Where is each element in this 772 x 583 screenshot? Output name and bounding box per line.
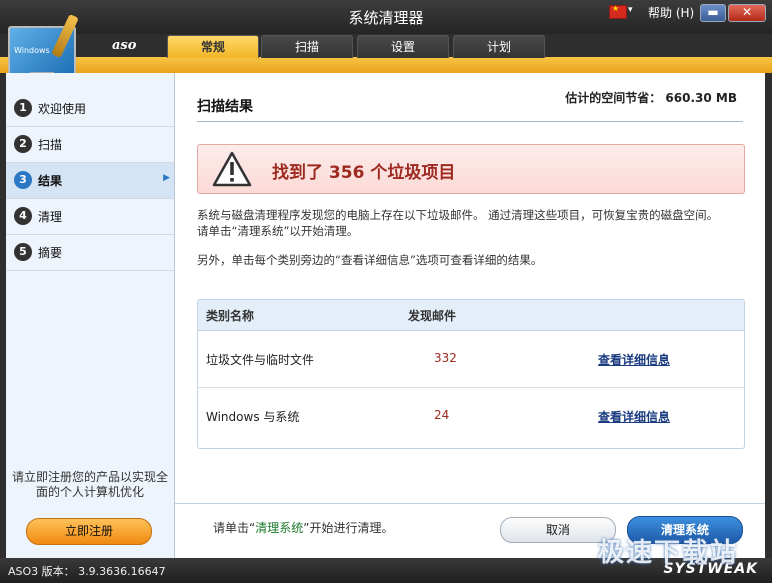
sidebar-item-welcome[interactable]: 1 欢迎使用 (6, 91, 174, 127)
footer-suffix: ”开始进行清理。 (303, 521, 394, 535)
column-header-found: 发现邮件 (408, 309, 457, 323)
sidebar-item-clean[interactable]: 4 清理 (6, 199, 174, 235)
tab-settings[interactable]: 设置 (357, 35, 449, 58)
register-promo-text: 请立即注册您的产品以实现全面的个人计算机优化 (12, 470, 169, 499)
step-number: 3 (14, 171, 32, 189)
found-count: 24 (434, 408, 450, 422)
step-label: 欢迎使用 (38, 102, 87, 116)
space-savings: 估计的空间节省： 660.30 MB (565, 91, 737, 105)
junk-found-text: 找到了 356 个垃圾项目 (272, 163, 456, 183)
footer-highlight: 清理系统 (255, 521, 304, 535)
footer-instruction: 请单击“清理系统”开始进行清理。 (213, 519, 393, 536)
category-name: Windows 与系统 (206, 410, 300, 424)
description-line: 系统与磁盘清理程序发现您的电脑上存在以下垃圾邮件。 通过清理这些项目，可恢复宝贵… (197, 208, 719, 222)
step-label: 摘要 (38, 246, 63, 260)
footer-divider (175, 503, 765, 504)
app-window: 系统清理器 ★ ▾ 帮助 (H) ▬ ✕ Windows aso 常规 扫描 设… (0, 0, 772, 583)
view-details-link[interactable]: 查看详细信息 (598, 351, 670, 368)
found-count: 332 (434, 351, 457, 365)
description-line: 请单击“清理系统”以开始清理。 (197, 224, 359, 238)
column-header-category: 类别名称 (206, 309, 255, 323)
watermark: 极速下载站 (598, 538, 739, 568)
step-label: 结果 (38, 174, 63, 188)
result-alert: 找到了 356 个垃圾项目 (197, 144, 745, 194)
brand-label: aso (112, 38, 137, 53)
divider (197, 121, 743, 122)
sidebar: 1 欢迎使用 2 扫描 3 结果 ▶ 4 清理 5 摘要 请立即注册您的产品以实… (6, 73, 175, 558)
step-number: 2 (14, 135, 32, 153)
step-number: 5 (14, 243, 32, 261)
tab-schedule[interactable]: 计划 (453, 35, 545, 58)
step-label: 清理 (38, 210, 63, 224)
details-hint: 另外，单击每个类别旁边的“查看详细信息”选项可查看详细的结果。 (197, 253, 543, 267)
arrow-right-icon: ▶ (163, 173, 170, 183)
sidebar-item-summary[interactable]: 5 摘要 (6, 235, 174, 271)
sidebar-item-scan[interactable]: 2 扫描 (6, 127, 174, 163)
sidebar-item-results[interactable]: 3 结果 ▶ (6, 163, 174, 199)
flag-star-icon: ★ (612, 4, 620, 13)
help-menu[interactable]: 帮助 (H) (648, 4, 694, 21)
title-bar: 系统清理器 ★ ▾ 帮助 (H) ▬ ✕ (0, 0, 772, 34)
step-number: 4 (14, 207, 32, 225)
footer-prefix: 请单击“ (213, 521, 256, 535)
results-table: 类别名称 发现邮件 垃圾文件与临时文件 332 查看详细信息 Windows 与… (197, 299, 745, 449)
version-text: ASO3 版本： 3.9.3636.16647 (8, 565, 166, 578)
tab-general[interactable]: 常规 (167, 35, 259, 58)
tab-scan[interactable]: 扫描 (261, 35, 353, 58)
warning-icon (212, 151, 252, 187)
table-row: Windows 与系统 24 查看详细信息 (198, 388, 744, 444)
language-dropdown-icon[interactable]: ▾ (628, 5, 633, 15)
category-name: 垃圾文件与临时文件 (206, 353, 315, 367)
tab-strip (0, 57, 772, 73)
description: 系统与磁盘清理程序发现您的电脑上存在以下垃圾邮件。 通过清理这些项目，可恢复宝贵… (197, 207, 747, 239)
main-panel: 扫描结果 估计的空间节省： 660.30 MB 找到了 356 个垃圾项目 系统… (175, 73, 765, 558)
language-flag-icon[interactable]: ★ (609, 4, 627, 19)
minimize-button[interactable]: ▬ (700, 4, 726, 22)
register-now-button[interactable]: 立即注册 (26, 518, 152, 545)
close-button[interactable]: ✕ (728, 4, 766, 22)
table-header: 类别名称 发现邮件 (198, 300, 744, 331)
page-title: 扫描结果 (197, 99, 253, 115)
step-label: 扫描 (38, 138, 63, 152)
table-row: 垃圾文件与临时文件 332 查看详细信息 (198, 331, 744, 388)
monitor-text: Windows (14, 46, 50, 55)
view-details-link[interactable]: 查看详细信息 (598, 408, 670, 425)
step-number: 1 (14, 99, 32, 117)
